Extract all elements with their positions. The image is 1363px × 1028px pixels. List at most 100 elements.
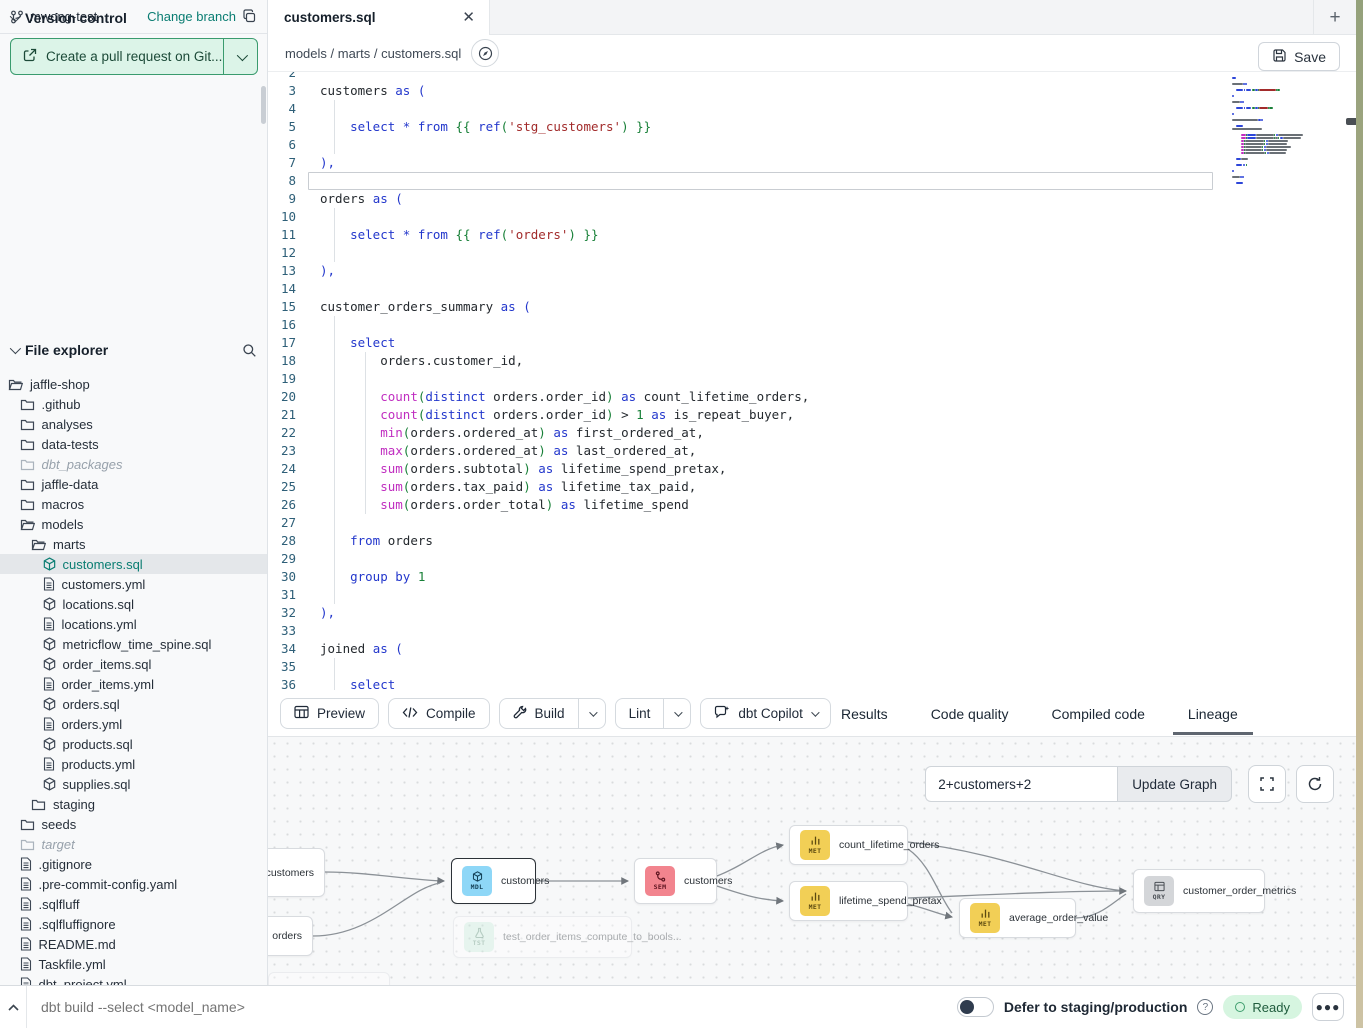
file-tree-item[interactable]: order_items.yml [0,674,267,694]
file-tree-item[interactable]: metricflow_time_spine.sql [0,634,267,654]
code-line[interactable]: 24 sum(orders.subtotal) as lifetime_spen… [268,460,1232,478]
file-tree-item[interactable]: models [0,514,267,534]
lineage-node-test_order_items_compute_to_bools-[interactable]: TSTtest_order_items_compute_to_bools... [453,916,632,958]
command-input[interactable] [27,986,957,1028]
preview-button[interactable]: Preview [280,698,379,729]
file-tree-item[interactable]: .pre-commit-config.yaml [0,874,267,894]
code-line[interactable]: 28 from orders [268,532,1232,550]
expand-command-panel-icon[interactable] [0,986,27,1028]
file-tree-item[interactable]: locations.sql [0,594,267,614]
save-button[interactable]: Save [1258,42,1340,71]
tab-compiled-code[interactable]: Compiled code [1049,690,1148,737]
lineage-node-count_lifetime_orders[interactable]: METcount_lifetime_orders [789,825,908,865]
lineage-node-orders[interactable]: MDLorders [268,916,313,956]
lineage-selector-input[interactable] [925,766,1117,802]
lint-button[interactable]: Lint [615,698,692,729]
code-line[interactable]: 5 select * from {{ ref('stg_customers') … [268,118,1232,136]
code-line[interactable]: 18 orders.customer_id, [268,352,1232,370]
lineage-node-lifetime_spend_pretax[interactable]: METlifetime_spend_pretax [789,881,908,921]
code-line[interactable]: 21 count(distinct orders.order_id) > 1 a… [268,406,1232,424]
file-explorer-header[interactable]: File explorer [0,332,267,368]
file-tree-item[interactable]: customers.yml [0,574,267,594]
code-line[interactable]: 2 [268,72,1232,82]
dbt-copilot-button[interactable]: dbt Copilot [700,698,831,729]
code-line[interactable]: 12 [268,244,1232,262]
build-button[interactable]: Build [499,698,606,729]
file-tree-item[interactable]: analyses [0,414,267,434]
code-line[interactable]: 36 select [268,676,1232,690]
compile-button[interactable]: Compile [388,698,490,729]
file-tree-item[interactable]: order_items.sql [0,654,267,674]
code-line[interactable]: 6 [268,136,1232,154]
file-tree-item[interactable]: .sqlfluffignore [0,914,267,934]
file-tree-item[interactable]: jaffle-shop [0,374,267,394]
code-line[interactable]: 27 [268,514,1232,532]
file-tree-item[interactable]: seeds [0,814,267,834]
fullscreen-button[interactable] [1248,765,1286,803]
lineage-node-customers[interactable]: MDLcustomers [451,858,536,904]
code-line[interactable]: 23 max(orders.ordered_at) as last_ordere… [268,442,1232,460]
file-tree-item[interactable]: supplies.sql [0,774,267,794]
file-tree-item[interactable]: staging [0,794,267,814]
file-tree-item[interactable]: marts [0,534,267,554]
file-tree-item[interactable]: locations.yml [0,614,267,634]
lineage-node-stg_customers[interactable]: MDLstg_customers [268,848,325,897]
file-tree-item[interactable]: products.sql [0,734,267,754]
update-graph-button[interactable]: Update Graph [1117,766,1232,802]
build-dropdown-caret[interactable] [578,699,605,728]
file-tree-item[interactable]: .github [0,394,267,414]
lineage-node-customer_order_metrics[interactable]: QRYcustomer_order_metrics [1133,869,1265,913]
lineage-canvas[interactable]: MDLstg_customers MDLorders MDLcustomers TST… [268,737,1356,985]
pr-dropdown-caret[interactable] [223,39,257,74]
code-line[interactable]: 17 select [268,334,1232,352]
new-tab-button[interactable]: + [1313,0,1356,35]
file-tree-item[interactable]: Taskfile.yml [0,954,267,974]
file-tree-item[interactable]: orders.sql [0,694,267,714]
code-line[interactable]: 19 [268,370,1232,388]
file-tree-item[interactable]: dbt_project.yml [0,974,267,985]
editor-scrollbar-thumb[interactable] [1346,118,1356,125]
file-tree-item[interactable]: orders.yml [0,714,267,734]
code-line[interactable]: 16 [268,316,1232,334]
code-line[interactable]: 35 [268,658,1232,676]
sidebar-scrollbar[interactable] [261,86,266,124]
tab-lineage[interactable]: Lineage [1185,690,1241,737]
code-editor[interactable]: 1with23customers as (45 select * from {{… [268,72,1356,690]
file-tree-item[interactable]: customers.sql [0,554,267,574]
code-line[interactable]: 11 select * from {{ ref('orders') }} [268,226,1232,244]
lint-dropdown-caret[interactable] [663,699,690,728]
lineage-node-average_order_value[interactable]: METaverage_order_value [959,898,1076,938]
code-line[interactable]: 31 [268,586,1232,604]
tab-results[interactable]: Results [838,690,891,737]
file-tree-item[interactable]: dbt_packages [0,454,267,474]
file-tree-item[interactable]: jaffle-data [0,474,267,494]
code-line[interactable]: 9orders as ( [268,190,1232,208]
search-icon[interactable] [242,343,257,358]
refresh-button[interactable] [1296,765,1334,803]
create-pr-button[interactable]: Create a pull request on Git... [10,38,258,75]
help-icon[interactable]: ? [1197,999,1213,1015]
code-line[interactable]: 34joined as ( [268,640,1232,658]
code-line[interactable]: 20 count(distinct orders.order_id) as co… [268,388,1232,406]
tab-customers-sql[interactable]: customers.sql ✕ [268,0,490,35]
code-line[interactable]: 10 [268,208,1232,226]
tab-code-quality[interactable]: Code quality [928,690,1012,737]
file-tree-item[interactable]: README.md [0,934,267,954]
code-line[interactable]: 29 [268,550,1232,568]
file-tree-item[interactable]: products.yml [0,754,267,774]
code-line[interactable]: 26 sum(orders.order_total) as lifetime_s… [268,496,1232,514]
lineage-node[interactable] [268,972,390,985]
code-line[interactable]: 15customer_orders_summary as ( [268,298,1232,316]
code-line[interactable]: 3customers as ( [268,82,1232,100]
code-line[interactable]: 33 [268,622,1232,640]
lineage-node-customers[interactable]: SEMcustomers [634,858,717,904]
file-tree-item[interactable]: .gitignore [0,854,267,874]
code-line[interactable]: 7), [268,154,1232,172]
file-tree-item[interactable]: .sqlfluff [0,894,267,914]
change-branch-link[interactable]: Change branch [147,9,236,24]
code-line[interactable]: 13), [268,262,1232,280]
code-area[interactable]: 1with23customers as (45 select * from {{… [268,72,1232,690]
file-tree-item[interactable]: macros [0,494,267,514]
code-line[interactable]: 8 [268,172,1232,190]
file-tree-item[interactable]: data-tests [0,434,267,454]
